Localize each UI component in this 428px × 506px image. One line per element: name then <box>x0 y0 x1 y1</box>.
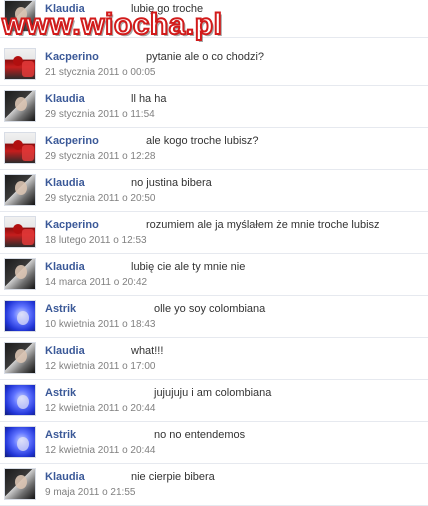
message-text: no no entendemos <box>154 429 246 441</box>
klaudia-avatar[interactable] <box>4 0 36 32</box>
astrik-avatar[interactable] <box>4 300 36 332</box>
klaudia-avatar[interactable] <box>4 258 36 290</box>
timestamp: 29 stycznia 2011 o 11:54 <box>45 109 155 120</box>
message-row: Klaudia 29 stycznia 2011 o 11:54 ll ha h… <box>0 86 428 128</box>
sender-name[interactable]: Klaudia <box>45 3 85 15</box>
sender-name[interactable]: Klaudia <box>45 261 85 273</box>
sender-name[interactable]: Astrik <box>45 429 76 441</box>
kacperino-avatar[interactable] <box>4 132 36 164</box>
message-row: Klaudia 9 maja 2011 o 21:55 nie cierpie … <box>0 464 428 506</box>
message-text: olle yo soy colombiana <box>154 303 266 315</box>
astrik-avatar[interactable] <box>4 426 36 458</box>
message-row: Klaudia lubię go troche <box>0 0 428 38</box>
timestamp: 12 kwietnia 2011 o 20:44 <box>45 403 156 414</box>
klaudia-avatar[interactable] <box>4 342 36 374</box>
timestamp: 14 marca 2011 o 20:42 <box>45 277 148 288</box>
klaudia-avatar[interactable] <box>4 90 36 122</box>
message-row: Kacperino 21 stycznia 2011 o 00:05 pytan… <box>0 44 428 86</box>
sender-name[interactable]: Astrik <box>45 387 76 399</box>
kacperino-avatar[interactable] <box>4 216 36 248</box>
timestamp: 29 stycznia 2011 o 12:28 <box>45 151 156 162</box>
message-text: nie cierpie bibera <box>131 471 215 483</box>
sender-name[interactable]: Astrik <box>45 303 76 315</box>
message-row: Klaudia 14 marca 2011 o 20:42 lubię cie … <box>0 254 428 296</box>
message-text: no justina bibera <box>131 177 212 189</box>
message-text: pytanie ale o co chodzi? <box>146 51 265 63</box>
message-text: what!!! <box>131 345 164 357</box>
sender-name[interactable]: Kacperino <box>45 51 99 63</box>
sender-name[interactable]: Klaudia <box>45 93 85 105</box>
message-row: Astrik 12 kwietnia 2011 o 20:44 jujujuju… <box>0 380 428 422</box>
timestamp: 12 kwietnia 2011 o 20:44 <box>45 445 156 456</box>
message-row: Klaudia 12 kwietnia 2011 o 17:00 what!!! <box>0 338 428 380</box>
sender-name[interactable]: Kacperino <box>45 135 99 147</box>
sender-name[interactable]: Klaudia <box>45 345 85 357</box>
klaudia-avatar[interactable] <box>4 468 36 500</box>
astrik-avatar[interactable] <box>4 384 36 416</box>
message-row: Kacperino 29 stycznia 2011 o 12:28 ale k… <box>0 128 428 170</box>
message-text: lubię go troche <box>131 3 204 15</box>
sender-name[interactable]: Klaudia <box>45 471 85 483</box>
message-text: jujujuju i am colombiana <box>154 387 272 399</box>
timestamp: 18 lutego 2011 o 12:53 <box>45 235 147 246</box>
timestamp: 9 maja 2011 o 21:55 <box>45 487 136 498</box>
sender-name[interactable]: Kacperino <box>45 219 99 231</box>
message-row: Astrik 12 kwietnia 2011 o 20:44 no no en… <box>0 422 428 464</box>
message-text: lubię cie ale ty mnie nie <box>131 261 246 273</box>
klaudia-avatar[interactable] <box>4 174 36 206</box>
message-text: rozumiem ale ja myślałem że mnie troche … <box>146 219 380 231</box>
timestamp: 10 kwietnia 2011 o 18:43 <box>45 319 156 330</box>
timestamp: 21 stycznia 2011 o 00:05 <box>45 67 156 78</box>
sender-name[interactable]: Klaudia <box>45 177 85 189</box>
message-text: ale kogo troche lubisz? <box>146 135 259 147</box>
message-row: Klaudia 29 stycznia 2011 o 20:50 no just… <box>0 170 428 212</box>
message-row: Kacperino 18 lutego 2011 o 12:53 rozumie… <box>0 212 428 254</box>
timestamp: 12 kwietnia 2011 o 17:00 <box>45 361 156 372</box>
timestamp: 29 stycznia 2011 o 20:50 <box>45 193 156 204</box>
kacperino-avatar[interactable] <box>4 48 36 80</box>
message-row: Astrik 10 kwietnia 2011 o 18:43 olle yo … <box>0 296 428 338</box>
message-text: ll ha ha <box>131 93 167 105</box>
